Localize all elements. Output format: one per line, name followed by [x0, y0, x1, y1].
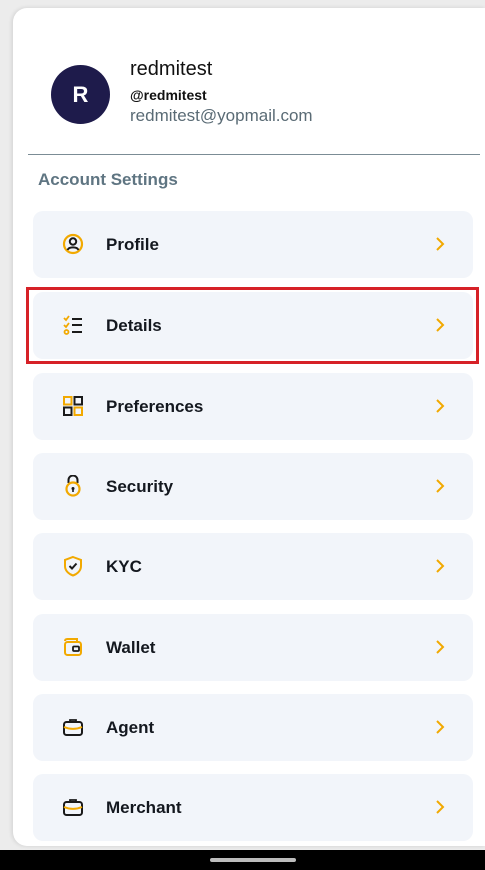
divider	[28, 154, 480, 155]
shield-check-icon	[64, 555, 82, 577]
menu-item-agent[interactable]: Agent	[33, 694, 473, 761]
menu-item-wallet[interactable]: Wallet	[33, 614, 473, 681]
menu-item-profile[interactable]: Profile	[33, 211, 473, 278]
menu-item-details[interactable]: Details	[33, 292, 473, 359]
chevron-right-icon	[436, 237, 445, 251]
section-title: Account Settings	[38, 170, 178, 189]
chevron-right-icon	[436, 800, 445, 814]
menu-item-label: Merchant	[106, 797, 182, 817]
user-handle: @redmitest	[130, 87, 207, 103]
menu-item-label: Wallet	[106, 637, 156, 657]
menu-item-label: Security	[106, 476, 174, 496]
menu-item-label: Profile	[106, 234, 159, 254]
menu-item-security[interactable]: Security	[33, 453, 473, 520]
briefcase-icon	[63, 719, 83, 736]
chevron-right-icon	[436, 640, 445, 654]
user-email: redmitest@yopmail.com	[130, 106, 313, 125]
menu-item-label: Preferences	[106, 396, 204, 416]
chevron-right-icon	[436, 479, 445, 493]
chevron-right-icon	[436, 720, 445, 734]
menu-item-merchant[interactable]: Merchant	[33, 774, 473, 841]
avatar[interactable]: R	[51, 65, 110, 124]
avatar-initial: R	[72, 81, 89, 107]
lock-icon	[65, 475, 81, 497]
grid-icon	[63, 396, 83, 416]
checklist-icon	[63, 315, 82, 335]
wallet-icon	[64, 638, 82, 656]
home-indicator[interactable]	[210, 858, 296, 862]
menu-item-kyc[interactable]: KYC	[33, 533, 473, 600]
briefcase-icon	[63, 799, 83, 816]
menu-item-label: KYC	[106, 556, 142, 576]
chevron-right-icon	[436, 559, 445, 573]
chevron-right-icon	[436, 399, 445, 413]
chevron-right-icon	[436, 318, 445, 332]
menu-item-preferences[interactable]: Preferences	[33, 373, 473, 440]
menu-item-label: Details	[106, 315, 162, 335]
user-name: redmitest	[130, 58, 213, 80]
user-circle-icon	[62, 233, 84, 255]
menu-item-label: Agent	[106, 717, 155, 737]
